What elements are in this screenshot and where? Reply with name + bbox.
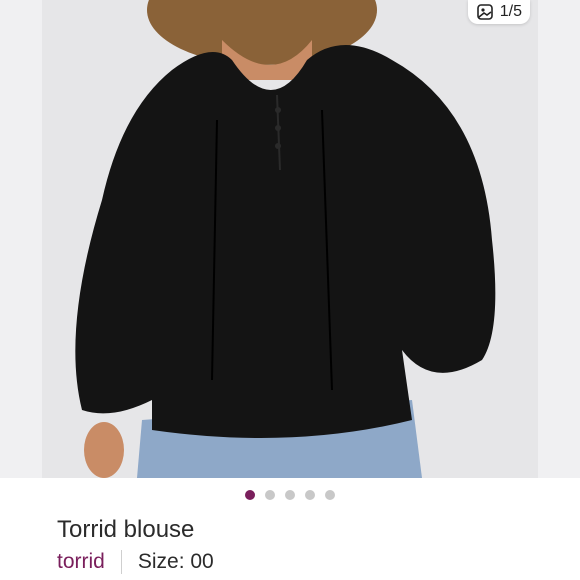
size-label: Size: 00: [137, 550, 214, 573]
image-icon: [476, 3, 494, 21]
photo-side-panel-left: [0, 0, 42, 478]
image-counter-text: 1/5: [499, 3, 522, 20]
image-counter: 1/5: [467, 0, 530, 24]
blouse-shape: [75, 45, 496, 438]
carousel-dot-4[interactable]: [305, 490, 315, 500]
carousel-dot-2[interactable]: [265, 490, 275, 500]
meta-divider: [120, 550, 122, 574]
product-photo[interactable]: 1/5: [42, 0, 538, 478]
brand-link[interactable]: torrid: [57, 550, 105, 574]
listing-title: Torrid blouse: [57, 516, 195, 543]
carousel-dot-3[interactable]: [285, 490, 295, 500]
carousel-dot-5[interactable]: [325, 490, 335, 500]
photo-side-panel-right: [538, 0, 580, 478]
blouse-image: [75, 0, 496, 478]
listing-meta: torrid Size: 00: [57, 550, 214, 574]
carousel-dots: [0, 490, 580, 500]
carousel-dot-1[interactable]: [245, 490, 255, 500]
